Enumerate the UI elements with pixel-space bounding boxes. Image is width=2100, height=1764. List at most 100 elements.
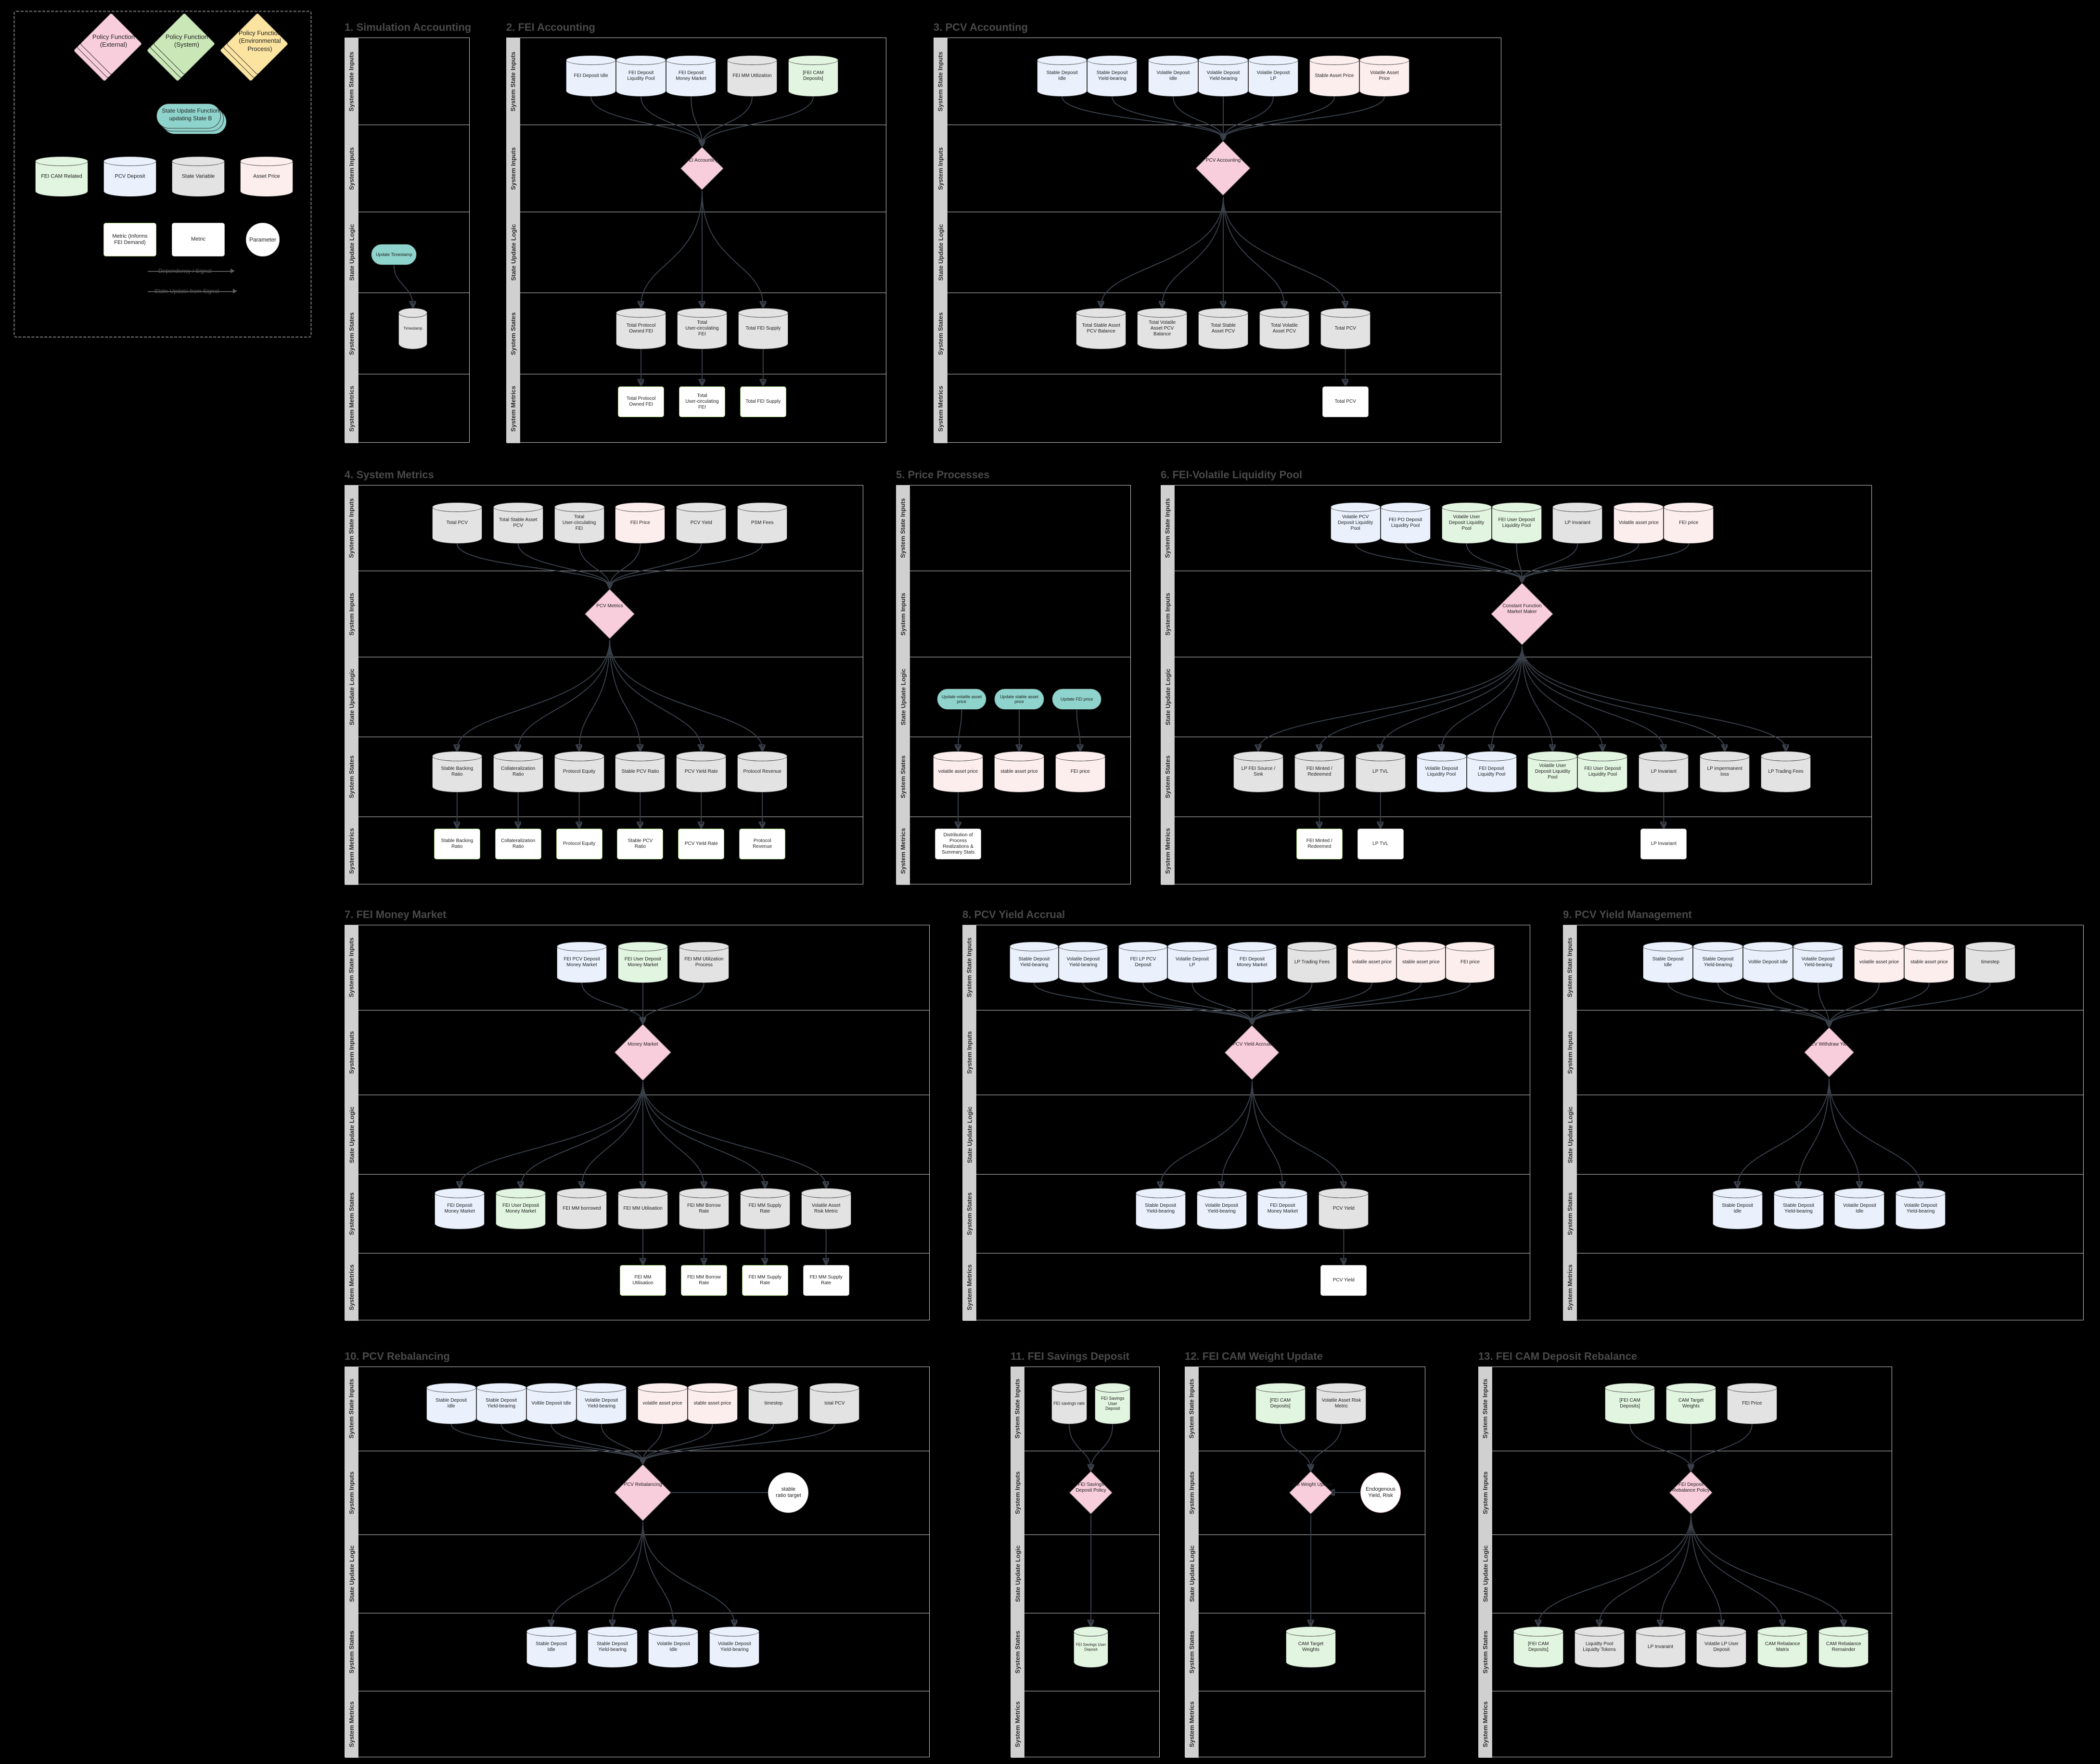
state-cylinder: FEI price bbox=[1446, 941, 1495, 983]
state-cylinder-label: FEI Price bbox=[1729, 1401, 1776, 1406]
state-cylinder-label-line1: Stable Deposit bbox=[536, 1641, 567, 1647]
panel-title-p1: 1. Simulation Accounting bbox=[345, 21, 472, 33]
lane-state-update-logic: State Update Logic bbox=[1563, 1095, 2083, 1175]
state-cylinder-label-line1: volatile asset price bbox=[1352, 959, 1392, 965]
lane-header-label: System States bbox=[348, 1192, 356, 1235]
state-cylinder-label-line1: volatile asset price bbox=[938, 768, 978, 774]
metric-box-label-line1: Distribution of bbox=[943, 832, 973, 838]
state-cylinder-label-line1: LP Invariant bbox=[1564, 520, 1591, 525]
panel-title-p8: 8. PCV Yield Accrual bbox=[962, 908, 1065, 920]
state-cylinder: FEI Deposit Liqudity Pool bbox=[616, 55, 666, 97]
lane-header-label: System States bbox=[966, 1192, 973, 1235]
lane-header-system-inputs: System Inputs bbox=[1011, 1451, 1024, 1535]
lane-system-metrics: System Metrics bbox=[934, 374, 1501, 443]
state-cylinder: FEI Price bbox=[615, 502, 666, 544]
panel-title-p11: 11. FEI Savings Deposit bbox=[1011, 1350, 1129, 1362]
state-cylinder: FEI price bbox=[1664, 502, 1714, 544]
lane-header-system-state-inputs: System State Inputs bbox=[1563, 925, 1577, 1010]
metric-box-label-line3: FEI bbox=[698, 404, 706, 410]
panel-p3: 3. PCV Accounting System State Inputs Syst… bbox=[934, 21, 1501, 443]
state-cylinder-label-line1: Stable Deposit bbox=[486, 1397, 517, 1403]
state-cylinder-label: Stable PCV Ratio bbox=[617, 769, 664, 775]
lane-header-state-update-logic: State Update Logic bbox=[1563, 1095, 1577, 1174]
state-cylinder: FEI Deposit Money Market bbox=[1227, 941, 1277, 983]
lane-header-label: State Update Logic bbox=[1014, 1545, 1021, 1602]
state-cylinder-label: FEI Price bbox=[617, 520, 664, 526]
state-cylinder: Stable Deposit Idle bbox=[1712, 1188, 1763, 1230]
state-cylinder-label-line3: Pool bbox=[1548, 774, 1558, 780]
state-cylinder-label: Volatile Deposit Idle bbox=[1836, 1203, 1883, 1214]
state-cylinder: Volatile Asset Price bbox=[1359, 55, 1409, 97]
state-cylinder-label-line1: Total FEI Supply bbox=[745, 325, 781, 331]
state-cylinder: FEI savings rate bbox=[1051, 1382, 1087, 1424]
state-cylinder-label: LP Invariant bbox=[1554, 520, 1601, 526]
state-cylinder-label-line2: Yield-bearing bbox=[598, 1647, 627, 1653]
metric-box-text: FEI MM Supply Rate bbox=[809, 1275, 842, 1286]
panel-p4: 4. System Metrics System State Inputs Syst… bbox=[345, 469, 863, 885]
state-cylinder-label-line1: stable asset price bbox=[693, 1400, 731, 1406]
state-cylinder-label-line2: Process bbox=[695, 962, 713, 968]
state-cylinder-label: FEI Deposit Money Market bbox=[436, 1203, 483, 1214]
legend-state-update-function: State Update Function updating State B bbox=[154, 101, 231, 139]
state-cylinder-label-line3: FEI bbox=[698, 331, 706, 337]
metric-box: Collateralization Ratio bbox=[495, 829, 541, 860]
state-update-function-label-line1: Update Timestamp bbox=[376, 252, 412, 257]
state-cylinder-label: LP impermanent loss bbox=[1701, 766, 1748, 778]
lane-header-label: State Update Logic bbox=[510, 224, 517, 281]
metric-box-label-line2: Owned FEI bbox=[629, 401, 653, 407]
state-cylinder-label: stable asset price bbox=[1398, 959, 1444, 965]
panel-grid: System State Inputs System Inputs State Up… bbox=[1161, 485, 1872, 885]
lane-header-label: State Update Logic bbox=[966, 1106, 973, 1163]
metric-box-label-line1: Protocol Equity bbox=[563, 841, 596, 847]
state-cylinder-label-line2: Yield-bearing bbox=[1209, 76, 1238, 81]
metric-box-label-line2: Rate bbox=[760, 1280, 770, 1286]
state-cylinder: Volatile Deposit Idle bbox=[648, 1626, 699, 1668]
state-cylinder-label-line2: Yield-bearing bbox=[720, 1647, 749, 1653]
state-cylinder-label-line2: Yield-bearing bbox=[1146, 1209, 1175, 1214]
lane-header-state-update-logic: State Update Logic bbox=[345, 657, 359, 737]
lane-header-label: System Metrics bbox=[348, 828, 356, 874]
lane-header-label: System Inputs bbox=[510, 147, 517, 190]
state-cylinder-label-line1: FEI MM Borrow bbox=[687, 1203, 721, 1209]
lane-header-system-states: System States bbox=[345, 293, 359, 374]
state-cylinder-label-line2: Idle bbox=[1856, 1209, 1864, 1214]
lane-header-label: System Inputs bbox=[1164, 592, 1172, 636]
state-cylinder-label: Volatile User Deposit Liquidity Pool bbox=[1443, 514, 1490, 532]
state-cylinder-label: FEI Deposit Money Market bbox=[1229, 957, 1275, 968]
legend-cyl-asset-price-label: Asset Price bbox=[253, 173, 280, 179]
state-cylinder-label: Volatile Asset Risk Metric bbox=[1318, 1398, 1365, 1409]
state-cylinder-label: Volatile Deposit Yield-bearing bbox=[1897, 1203, 1944, 1214]
state-cylinder-label: Stable Deposit Yield-bearing bbox=[1775, 1203, 1822, 1214]
metric-box-text: Total Protocol Owned FEI bbox=[627, 396, 656, 408]
state-cylinder: FEI Savings User Deposit bbox=[1073, 1626, 1109, 1668]
state-cylinder: Volatile PCV Deposit Liquidity Pool bbox=[1330, 502, 1381, 544]
state-cylinder-label-line2: Idle bbox=[1733, 1209, 1741, 1214]
state-cylinder: LP FEI Source / Sink bbox=[1233, 751, 1283, 793]
state-cylinder: Volatile Asset Risk Metric bbox=[1316, 1382, 1367, 1424]
legend-cyl-pcv-deposit: PCV Deposit bbox=[103, 156, 156, 197]
metric-box-text: Protocol Equity bbox=[563, 841, 595, 847]
panel-grid: System State Inputs System Inputs State Up… bbox=[962, 925, 1530, 1321]
state-cylinder-label: LP Invariant bbox=[1640, 769, 1687, 775]
state-cylinder-label-line1: timestep bbox=[1981, 959, 1999, 965]
state-cylinder-label-line2: Liquidty Tokens bbox=[1583, 1647, 1616, 1653]
state-cylinder-label-line1: stable asset price bbox=[1000, 768, 1038, 774]
metric-box-label-line2: Rate bbox=[699, 1280, 709, 1286]
lane-header-label: System Inputs bbox=[1188, 1471, 1196, 1514]
lane-system-metrics: System Metrics bbox=[963, 1253, 1530, 1321]
state-cylinder-label-line2: Idle bbox=[1664, 962, 1672, 968]
legend-metric-plain: Metric bbox=[172, 223, 225, 256]
state-cylinder-label-line1: Liquidty Pool bbox=[1586, 1641, 1613, 1647]
state-cylinder: Total User-circulating FEI bbox=[677, 307, 727, 349]
panel-title-p6: 6. FEI-Volatile Liquidity Pool bbox=[1161, 469, 1303, 481]
state-cylinder-label-line2: Idle bbox=[1058, 76, 1066, 81]
state-cylinder-label: FEI User Deposit Money Market bbox=[619, 957, 666, 968]
state-update-function-text: Update stable asset price bbox=[1000, 694, 1038, 705]
state-cylinder-label-line1: Volatile Deposit bbox=[1425, 766, 1459, 771]
lane-header-label: System States bbox=[348, 755, 356, 798]
state-cylinder-label-line1: CAM Target bbox=[1298, 1641, 1324, 1647]
state-cylinder-label: PSM Fees bbox=[739, 520, 786, 526]
state-cylinder-label: Volatile User Deposit Liquidity Pool bbox=[1529, 763, 1576, 780]
state-cylinder-label-line1: FEI PCV Deposit bbox=[563, 956, 600, 962]
lane-header-label: System States bbox=[1164, 755, 1172, 798]
